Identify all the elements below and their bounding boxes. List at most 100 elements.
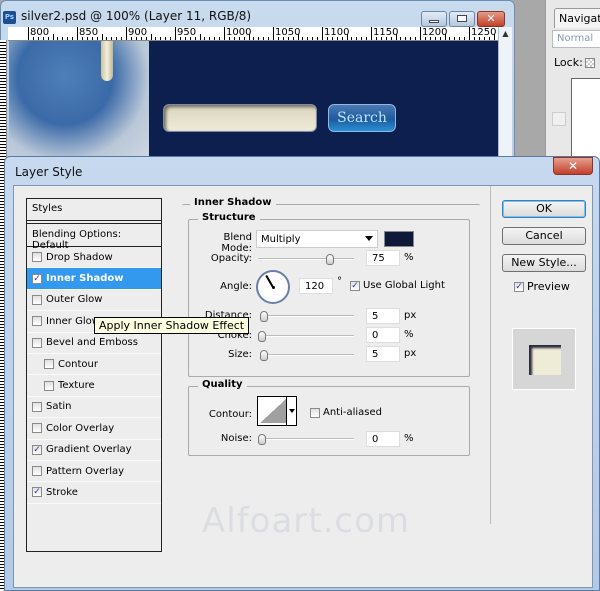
ruler-minor-tick [96, 37, 98, 40]
ruler-minor-tick [194, 37, 196, 40]
opacity-slider[interactable] [258, 254, 354, 265]
ruler-minor-tick [238, 37, 240, 40]
ruler-minor-tick [375, 37, 377, 40]
size-label: Size: [228, 349, 252, 360]
photoshop-icon: Ps [3, 11, 16, 24]
distance-slider[interactable] [259, 311, 354, 322]
shadow-color-swatch[interactable] [384, 231, 414, 247]
minimize-button[interactable] [421, 11, 447, 27]
layer-style-dialog: Layer Style ✕ Styles Blending Options: D… [4, 156, 600, 591]
noise-slider[interactable] [258, 434, 354, 445]
style-item-gradient-overlay[interactable]: ✓ Gradient Overlay [27, 440, 161, 461]
checkbox-icon[interactable]: ✓ [32, 444, 42, 455]
ruler-minor-tick [292, 37, 294, 40]
maximize-button[interactable] [449, 11, 475, 27]
ruler-minor-tick [140, 37, 142, 40]
checkbox-icon[interactable] [32, 252, 42, 263]
checkbox-icon: ✓ [350, 280, 360, 291]
preview-checkbox[interactable]: ✓ Preview [514, 280, 570, 293]
dialog-close-button[interactable]: ✕ [553, 157, 593, 175]
style-item-label: Drop Shadow [46, 251, 113, 263]
ruler-minor-tick [473, 37, 475, 40]
lock-transparency-icon[interactable] [584, 58, 595, 68]
distance-input[interactable]: 5 [366, 308, 400, 324]
dialog-title: Layer Style [15, 165, 83, 179]
style-item-contour[interactable]: Contour [27, 354, 161, 376]
lock-row: Lock: [554, 56, 595, 69]
ruler-minor-tick [243, 37, 245, 40]
size-slider[interactable] [259, 350, 354, 361]
style-item-pattern-overlay[interactable]: Pattern Overlay [27, 461, 161, 483]
maximize-icon [457, 15, 467, 22]
checkbox-icon[interactable]: ✓ [32, 487, 42, 498]
chevron-down-icon[interactable] [286, 397, 296, 425]
checkbox-icon[interactable]: ✓ [32, 273, 42, 284]
anti-aliased-checkbox[interactable]: Anti-aliased [310, 407, 382, 418]
ok-button[interactable]: OK [502, 200, 586, 218]
choke-slider[interactable] [258, 331, 354, 342]
slider-handle[interactable] [326, 254, 334, 265]
ruler-minor-tick [361, 37, 363, 40]
checkbox-icon[interactable] [32, 423, 42, 434]
slider-handle[interactable] [259, 350, 268, 361]
ruler-minor-tick [488, 37, 490, 40]
structure-label: Structure [198, 212, 260, 223]
ruler-minor-tick [444, 34, 446, 40]
silver-drip-artwork [101, 41, 113, 81]
style-item-color-overlay[interactable]: Color Overlay [27, 418, 161, 440]
angle-dial[interactable] [256, 270, 290, 304]
ruler-minor-tick [91, 37, 93, 40]
opacity-input[interactable]: 75 [366, 250, 400, 266]
distance-unit: px [404, 310, 417, 321]
style-item-texture[interactable]: Texture [27, 375, 161, 397]
noise-input[interactable]: 0 [366, 431, 400, 447]
ruler-minor-tick [145, 37, 147, 40]
choke-input[interactable]: 0 [366, 327, 400, 343]
slider-handle[interactable] [259, 311, 268, 322]
slider-handle[interactable] [258, 331, 266, 342]
style-item-stroke[interactable]: ✓ Stroke [27, 482, 161, 504]
cancel-button[interactable]: Cancel [502, 227, 586, 245]
blend-mode-select[interactable]: Multiply [256, 230, 378, 248]
styles-header[interactable]: Styles [27, 199, 161, 221]
contour-picker[interactable] [257, 396, 297, 426]
canvas[interactable]: Search [9, 41, 498, 161]
ruler-minor-tick [209, 37, 211, 40]
blending-options-item[interactable]: Blending Options: Default [27, 223, 161, 251]
ruler-minor-tick [410, 37, 412, 40]
checkbox-icon[interactable] [32, 401, 42, 412]
checkbox-icon[interactable] [32, 466, 42, 477]
style-item-outer-glow[interactable]: Outer Glow [27, 290, 161, 312]
checkbox-icon[interactable] [32, 294, 42, 305]
checkbox-icon[interactable] [32, 316, 42, 327]
angle-input[interactable]: 120 [299, 278, 333, 294]
ruler-minor-tick [258, 37, 260, 40]
opacity-unit: % [404, 252, 414, 263]
ruler-minor-tick [312, 37, 314, 40]
ruler-minor-tick [317, 37, 319, 40]
style-item-satin[interactable]: Satin [27, 397, 161, 419]
style-item-label: Stroke [46, 486, 78, 498]
style-item-label: Bevel and Emboss [46, 337, 138, 349]
close-button[interactable]: ✕ [477, 11, 505, 27]
close-icon: ✕ [486, 12, 496, 25]
style-item-inner-shadow[interactable]: ✓ Inner Shadow [27, 268, 161, 290]
checkbox-icon[interactable] [32, 337, 42, 348]
ruler-minor-tick [57, 37, 59, 40]
new-style-button[interactable]: New Style... [502, 254, 586, 272]
navigator-panel: Navigato Normal Lock: [545, 0, 600, 170]
tab-navigator[interactable]: Navigato [554, 8, 600, 28]
layer-visibility-checkbox[interactable] [552, 112, 566, 126]
layer-thumbnail[interactable] [571, 78, 600, 168]
checkbox-icon[interactable] [44, 359, 54, 370]
checkbox-icon[interactable] [44, 380, 54, 391]
style-item-bevel-and-emboss[interactable]: Bevel and Emboss [27, 333, 161, 354]
vertical-scrollbar[interactable]: ▲ [498, 27, 512, 167]
slider-handle[interactable] [258, 434, 266, 445]
size-input[interactable]: 5 [366, 346, 400, 362]
scroll-up-icon[interactable]: ▲ [499, 29, 512, 38]
layer-blend-mode-select[interactable]: Normal [552, 30, 600, 48]
ruler-minor-tick [62, 37, 64, 40]
use-global-light-checkbox[interactable]: ✓ Use Global Light [350, 280, 445, 291]
checkbox-icon: ✓ [514, 281, 524, 292]
